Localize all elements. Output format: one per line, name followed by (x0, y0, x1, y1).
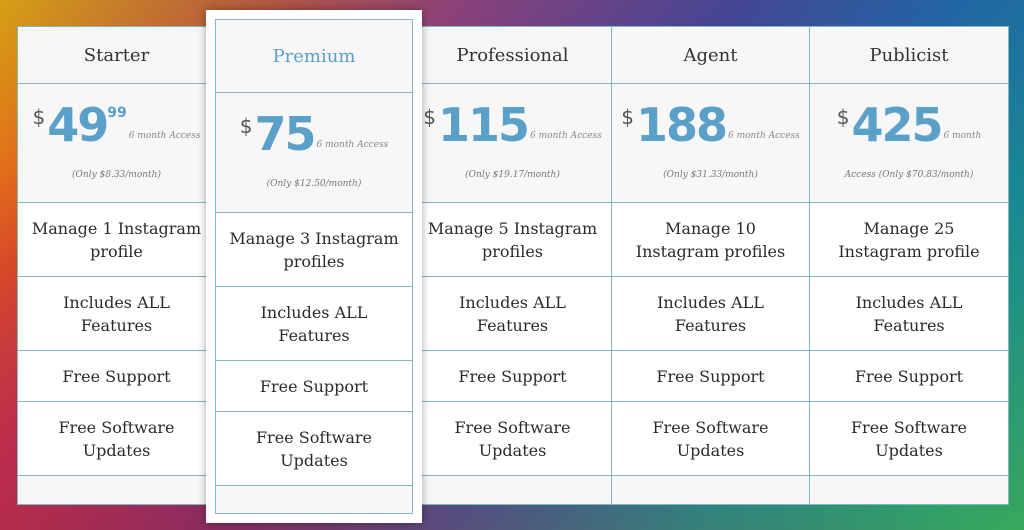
plan-column-publicist: Publicist $ 425 6 month Access (Only $70… (810, 27, 1008, 504)
plan-footer[interactable] (810, 476, 1008, 504)
price-amount: 75 (254, 107, 316, 161)
premium-inner-frame: Premium $ 75 6 month Access (Only $12.50… (215, 19, 413, 514)
access-period: 6 month (943, 130, 982, 141)
profiles-feature: Manage 3 Instagram profiles (216, 213, 412, 287)
all-features: Includes ALL Features (18, 277, 215, 351)
plan-footer[interactable] (216, 486, 412, 513)
plan-name: Agent (612, 27, 809, 84)
support-feature: Free Support (612, 351, 809, 402)
profiles-feature: Manage 25 Instagram profile (810, 203, 1008, 277)
monthly-price: (Only $8.33/month) (72, 169, 161, 180)
monthly-price: (Only $12.50/month) (266, 179, 362, 189)
plan-name: Premium (216, 20, 412, 93)
updates-feature: Free Software Updates (216, 412, 412, 486)
plan-price: $ 188 6 month Access (Only $31.33/month) (612, 84, 809, 203)
price-amount: 425 (851, 97, 943, 152)
monthly-price: (Only $31.33/month) (663, 169, 758, 180)
plan-footer[interactable] (414, 476, 611, 504)
profiles-feature: Manage 1 Instagram profile (18, 203, 215, 277)
profiles-feature: Manage 10 Instagram profiles (612, 203, 809, 277)
plan-column-premium: Premium $ 75 6 month Access (Only $12.50… (206, 10, 422, 523)
access-period: 6 month Access (316, 140, 389, 150)
updates-feature: Free Software Updates (810, 402, 1008, 476)
currency-symbol: $ (32, 104, 46, 129)
profiles-feature: Manage 5 Instagram profiles (414, 203, 611, 277)
access-period: 6 month Access (530, 130, 602, 141)
currency-symbol: $ (621, 104, 634, 129)
plan-name: Professional (414, 27, 611, 84)
support-feature: Free Support (810, 351, 1008, 402)
updates-feature: Free Software Updates (414, 402, 611, 476)
plan-price: $ 75 6 month Access (Only $12.50/month) (216, 93, 412, 213)
support-feature: Free Support (414, 351, 611, 402)
currency-symbol: $ (239, 114, 253, 138)
plan-footer[interactable] (18, 476, 215, 504)
access-period: 6 month Access (728, 130, 800, 141)
price-amount: 49 (47, 97, 109, 152)
monthly-price: (Only $19.17/month) (465, 169, 560, 180)
price-amount: 115 (437, 97, 530, 152)
currency-symbol: $ (423, 104, 436, 129)
all-features: Includes ALL Features (612, 277, 809, 351)
all-features: Includes ALL Features (810, 277, 1008, 351)
access-period: 6 month Access (128, 130, 201, 141)
plan-name: Starter (18, 27, 215, 84)
plan-column-professional: Professional $ 115 6 month Access (Only … (414, 27, 612, 504)
support-feature: Free Support (18, 351, 215, 402)
updates-feature: Free Software Updates (612, 402, 809, 476)
monthly-price: Access (Only $70.83/month) (844, 169, 974, 180)
plan-price: $ 115 6 month Access (Only $19.17/month) (414, 84, 611, 203)
pricing-table: Starter $ 49 99 6 month Access (Only $8.… (18, 27, 1008, 504)
support-feature: Free Support (216, 361, 412, 412)
updates-feature: Free Software Updates (18, 402, 215, 476)
plan-price: $ 49 99 6 month Access (Only $8.33/month… (18, 84, 215, 203)
plan-column-starter: Starter $ 49 99 6 month Access (Only $8.… (18, 27, 216, 504)
plan-footer[interactable] (612, 476, 809, 504)
currency-symbol: $ (836, 104, 850, 129)
plan-price: $ 425 6 month Access (Only $70.83/month) (810, 84, 1008, 203)
price-amount: 188 (635, 97, 728, 152)
plan-name: Publicist (810, 27, 1008, 84)
price-cents: 99 (107, 104, 127, 121)
all-features: Includes ALL Features (216, 287, 412, 361)
all-features: Includes ALL Features (414, 277, 611, 351)
plan-column-agent: Agent $ 188 6 month Access (Only $31.33/… (612, 27, 810, 504)
